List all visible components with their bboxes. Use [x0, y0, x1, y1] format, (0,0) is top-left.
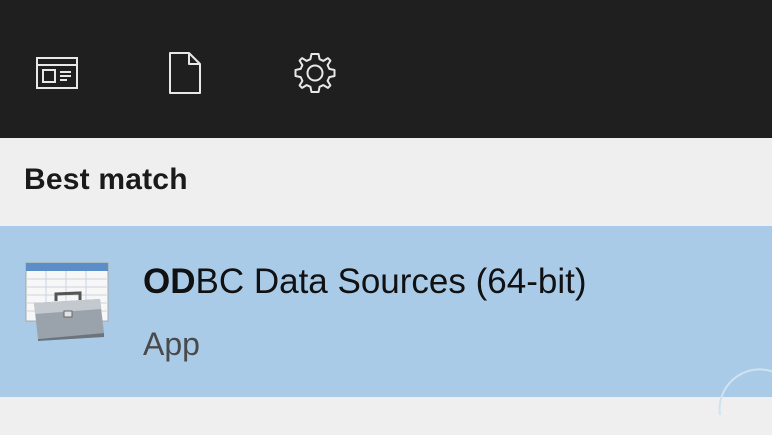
settings-filter-button[interactable] — [288, 46, 342, 100]
document-icon — [164, 50, 204, 96]
search-filter-toolbar — [0, 0, 772, 138]
odbc-datasource-icon — [24, 259, 110, 341]
result-title: ODBC Data Sources (64-bit) — [143, 262, 586, 302]
result-title-match: OD — [143, 262, 196, 301]
results-list-continuation — [0, 397, 772, 420]
result-subtitle: App — [143, 326, 200, 362]
cursor-ripple-icon — [718, 368, 772, 416]
apps-filter-button[interactable] — [30, 46, 84, 100]
best-match-section-header: Best match — [0, 138, 772, 226]
result-title-rest: BC Data Sources (64-bit) — [195, 262, 587, 301]
apps-icon — [34, 55, 80, 91]
settings-gear-icon — [291, 49, 339, 97]
section-title: Best match — [24, 163, 188, 196]
search-result-odbc-data-sources[interactable]: ODBC Data Sources (64-bit) App — [0, 226, 772, 397]
documents-filter-button[interactable] — [157, 46, 211, 100]
